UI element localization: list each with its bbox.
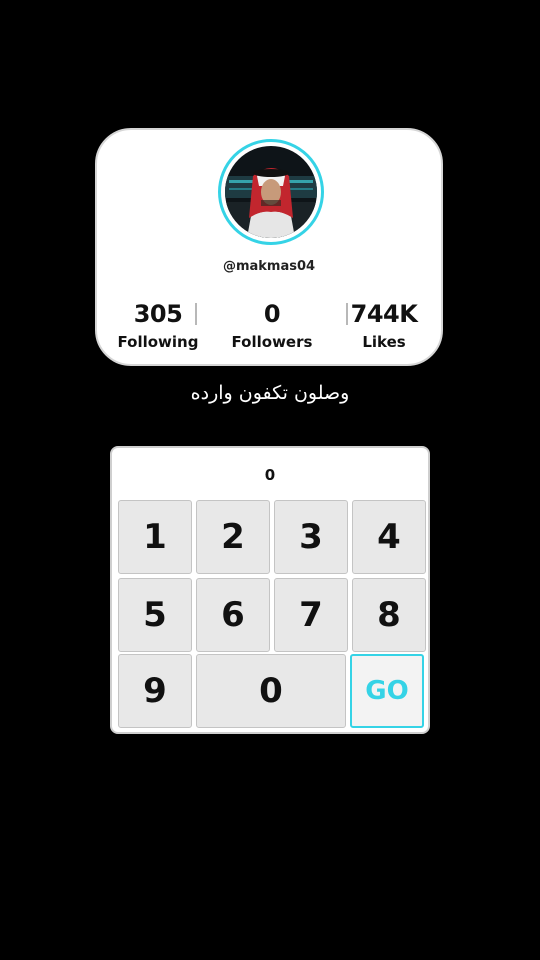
following-count: 305	[133, 300, 183, 328]
screen: @makmas04 305 Following 0 Followers 744K…	[0, 0, 540, 960]
key-3[interactable]: 3	[274, 500, 348, 574]
likes-label: Likes	[362, 333, 406, 351]
profile-card: @makmas04 305 Following 0 Followers 744K…	[95, 128, 443, 366]
stat-followers[interactable]: 0 Followers	[214, 298, 330, 352]
key-1[interactable]: 1	[118, 500, 192, 574]
profile-stats: 305 Following 0 Followers 744K Likes	[97, 298, 441, 360]
key-7[interactable]: 7	[274, 578, 348, 652]
avatar-image	[225, 146, 317, 238]
avatar	[225, 146, 317, 238]
keypad-display: 0	[264, 466, 276, 484]
username: @makmas04	[222, 259, 316, 274]
following-label: Following	[117, 333, 199, 351]
key-4[interactable]: 4	[352, 500, 426, 574]
key-0[interactable]: 0	[196, 654, 346, 728]
followers-label: Followers	[231, 333, 313, 351]
followers-count: 0	[263, 300, 281, 328]
key-5[interactable]: 5	[118, 578, 192, 652]
key-6[interactable]: 6	[196, 578, 270, 652]
stat-likes[interactable]: 744K Likes	[326, 298, 442, 352]
stat-following[interactable]: 305 Following	[100, 298, 216, 352]
stat-divider	[195, 303, 197, 325]
go-button[interactable]: GO	[350, 654, 424, 728]
avatar-ring[interactable]	[218, 139, 324, 245]
caption-text: وصلون تكفون وارده	[190, 382, 350, 404]
key-8[interactable]: 8	[352, 578, 426, 652]
key-9[interactable]: 9	[118, 654, 192, 728]
keypad: 0 1 2 3 4 5 6 7 8 9 0 GO	[110, 446, 430, 734]
likes-count: 744K	[350, 300, 418, 328]
key-2[interactable]: 2	[196, 500, 270, 574]
